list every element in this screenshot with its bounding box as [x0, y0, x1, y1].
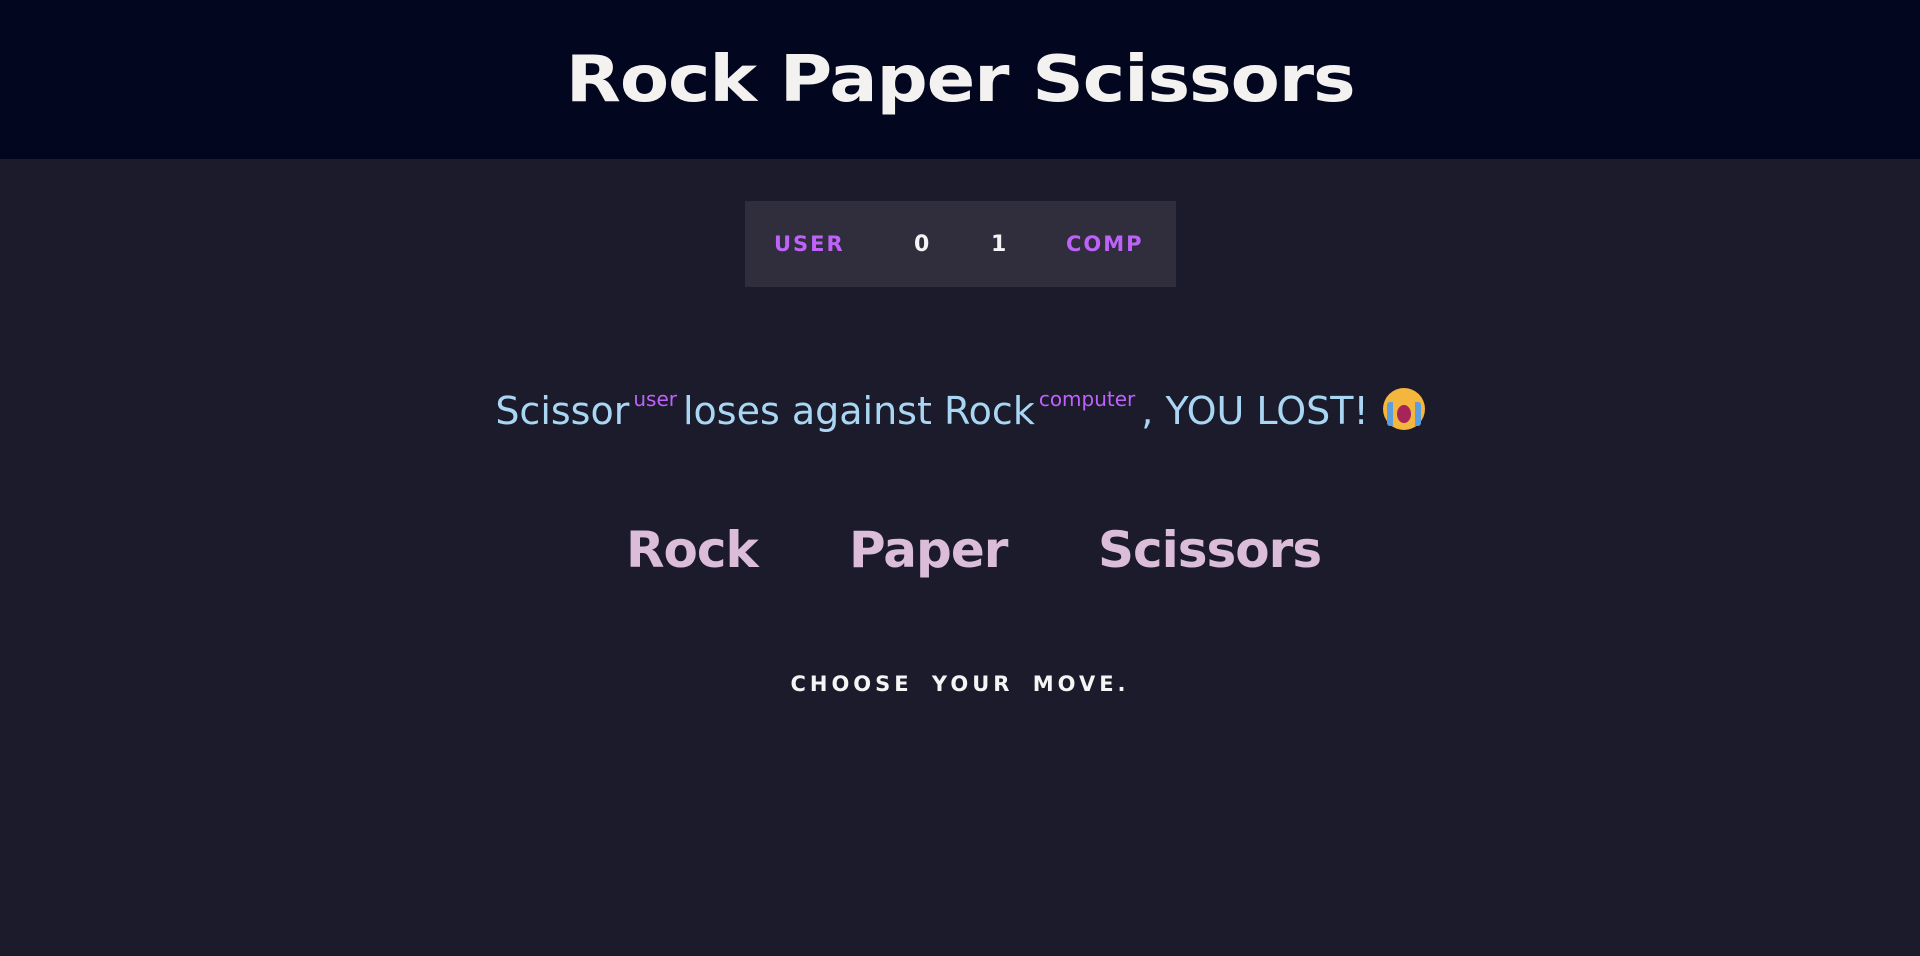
header: Rock Paper Scissors: [0, 0, 1920, 159]
loudly-crying-face-icon: [1382, 388, 1425, 430]
choose-move-prompt: CHOOSE YOUR MOVE.: [790, 672, 1130, 696]
paper-button[interactable]: Paper: [849, 515, 1008, 585]
game-page: Rock Paper Scissors USER 0 1 COMP Scisso…: [0, 0, 1920, 956]
result-verb: loses against: [682, 389, 932, 433]
computer-tag: computer: [1038, 387, 1136, 411]
choices: Rock Paper Scissors: [0, 515, 1920, 585]
user-choice-text: Scissor: [495, 389, 630, 433]
page-title: Rock Paper Scissors: [565, 42, 1356, 117]
user-label: USER: [774, 232, 845, 256]
result-message: Scissor user loses against Rock computer, Y…: [0, 370, 1920, 440]
user-tag: user: [633, 387, 677, 411]
computer-label: COMP: [1066, 232, 1144, 256]
scoreboard: USER 0 1 COMP: [745, 201, 1176, 287]
scissors-button[interactable]: Scissors: [1098, 515, 1322, 585]
user-score: 0: [914, 231, 930, 257]
result-outcome: , YOU LOST!: [1141, 389, 1369, 433]
computer-choice-text: Rock: [943, 389, 1035, 433]
computer-score: 1: [991, 231, 1007, 257]
rock-button[interactable]: Rock: [626, 515, 759, 585]
